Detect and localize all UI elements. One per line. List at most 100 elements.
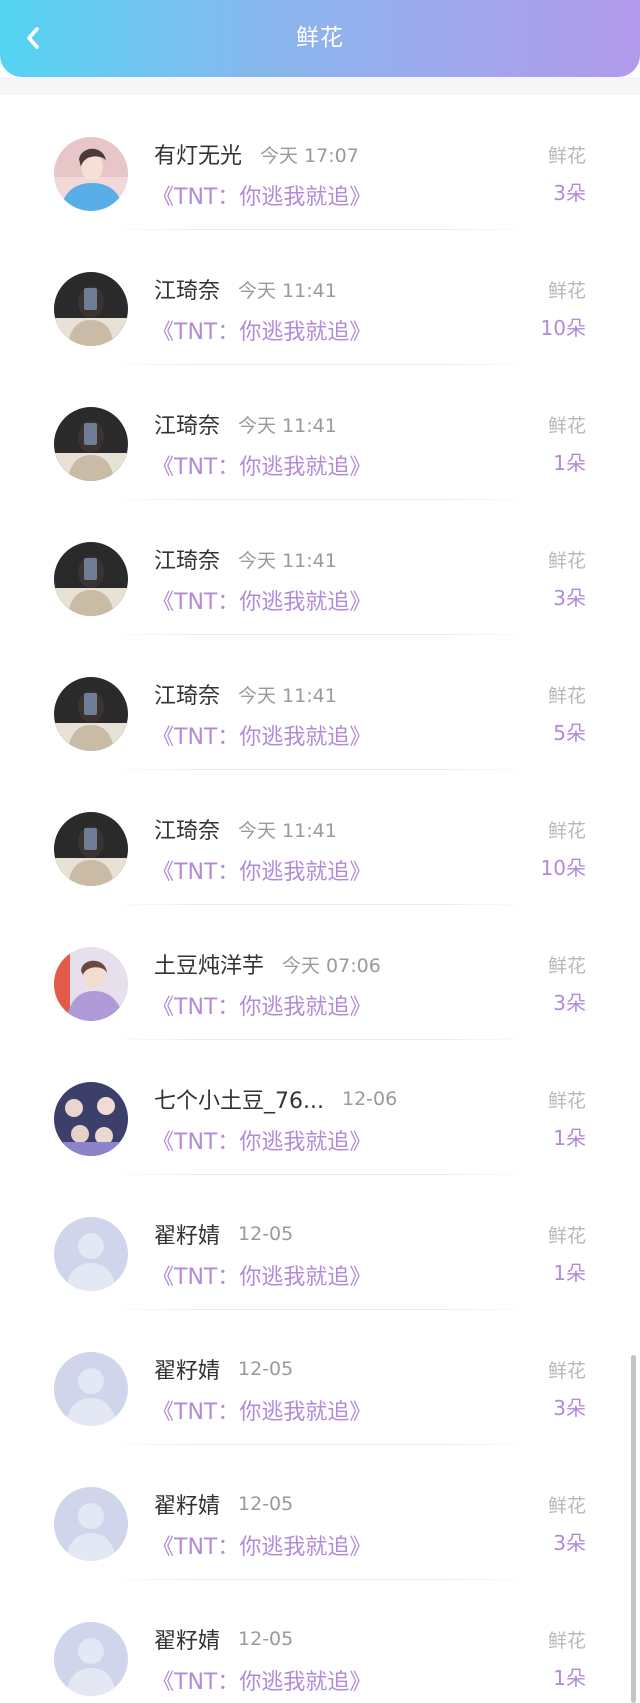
avatar-photo: [54, 812, 128, 886]
flower-count: 3朵: [553, 181, 586, 205]
record-time: 今天 11:41: [238, 684, 337, 707]
flower-record-row-11[interactable]: 翟籽婧 12-05 《TNT：你逃我就追》 鲜花 3朵: [0, 1445, 640, 1580]
default-avatar-icon: [54, 1352, 128, 1426]
sender-name[interactable]: 七个小土豆_76...: [154, 1083, 324, 1115]
flower-count: 3朵: [553, 1531, 586, 1555]
flower-count: 3朵: [553, 991, 586, 1015]
sender-name[interactable]: 江琦奈: [154, 543, 220, 575]
sender-name[interactable]: 土豆炖洋芋: [154, 948, 264, 980]
avatar[interactable]: [54, 1487, 128, 1561]
avatar[interactable]: [54, 677, 128, 751]
flower-record-row-1[interactable]: 有灯无光 今天 17:07 《TNT：你逃我就追》 鲜花 3朵: [0, 95, 640, 230]
record-meta: 江琦奈 今天 11:41: [154, 274, 337, 304]
record-time: 12-05: [238, 1493, 294, 1515]
header-bar: 鲜花: [0, 0, 640, 77]
flower-record-row-3[interactable]: 江琦奈 今天 11:41 《TNT：你逃我就追》 鲜花 1朵: [0, 365, 640, 500]
record-meta: 江琦奈 今天 11:41: [154, 814, 337, 844]
avatar[interactable]: [54, 812, 128, 886]
avatar[interactable]: [54, 947, 128, 1021]
sender-name[interactable]: 有灯无光: [154, 138, 242, 170]
gift-type-label: 鲜花: [547, 550, 586, 572]
avatar-photo: [54, 947, 128, 1021]
book-title-link[interactable]: 《TNT：你逃我就追》: [152, 854, 371, 886]
book-title-link[interactable]: 《TNT：你逃我就追》: [152, 179, 371, 211]
flower-record-row-9[interactable]: 翟籽婧 12-05 《TNT：你逃我就追》 鲜花 1朵: [0, 1175, 640, 1310]
book-title-link[interactable]: 《TNT：你逃我就追》: [152, 1259, 371, 1291]
sender-name[interactable]: 翟籽婧: [154, 1623, 220, 1655]
avatar-photo: [54, 407, 128, 481]
sender-name[interactable]: 江琦奈: [154, 273, 220, 305]
gift-type-label: 鲜花: [547, 1090, 586, 1112]
record-time: 12-06: [341, 1088, 398, 1110]
avatar[interactable]: [54, 1082, 128, 1156]
record-meta: 翟籽婧 12-05: [154, 1354, 293, 1384]
record-time: 12-05: [238, 1223, 294, 1245]
default-avatar-icon: [54, 1487, 128, 1561]
record-time: 今天 11:41: [238, 414, 337, 437]
flower-record-row-7[interactable]: 土豆炖洋芋 今天 07:06 《TNT：你逃我就追》 鲜花 3朵: [0, 905, 640, 1040]
sender-name[interactable]: 翟籽婧: [154, 1218, 220, 1250]
flower-count: 1朵: [553, 1666, 586, 1690]
gift-type-label: 鲜花: [547, 820, 586, 842]
record-meta: 土豆炖洋芋 今天 07:06: [154, 949, 381, 979]
flower-record-row-8[interactable]: 七个小土豆_76... 12-06 《TNT：你逃我就追》 鲜花 1朵: [0, 1040, 640, 1175]
sender-name[interactable]: 翟籽婧: [154, 1353, 220, 1385]
record-time: 今天 17:07: [260, 144, 359, 167]
record-meta: 七个小土豆_76... 12-06: [154, 1084, 397, 1114]
flower-record-row-12[interactable]: 翟籽婧 12-05 《TNT：你逃我就追》 鲜花 1朵: [0, 1580, 640, 1703]
sender-name[interactable]: 江琦奈: [154, 813, 220, 845]
gift-type-label: 鲜花: [547, 1495, 586, 1517]
avatar[interactable]: [54, 1622, 128, 1696]
avatar-photo: [54, 1082, 128, 1156]
book-title-link[interactable]: 《TNT：你逃我就追》: [152, 1394, 371, 1426]
flower-record-row-5[interactable]: 江琦奈 今天 11:41 《TNT：你逃我就追》 鲜花 5朵: [0, 635, 640, 770]
sender-name[interactable]: 江琦奈: [154, 678, 220, 710]
book-title-link[interactable]: 《TNT：你逃我就追》: [152, 1664, 371, 1696]
default-avatar-icon: [54, 1217, 128, 1291]
flower-count: 5朵: [553, 721, 586, 745]
record-time: 12-05: [238, 1628, 294, 1650]
scrollbar[interactable]: [631, 1355, 636, 1703]
avatar-photo: [54, 272, 128, 346]
book-title-link[interactable]: 《TNT：你逃我就追》: [152, 989, 371, 1021]
flower-record-list: 有灯无光 今天 17:07 《TNT：你逃我就追》 鲜花 3朵 江琦奈 今天 1…: [0, 95, 640, 1703]
flower-records-page: 鲜花 有灯无光 今天 17:07 《TNT：你逃我就追》 鲜花 3朵 江琦奈 今…: [0, 0, 640, 1703]
book-title-link[interactable]: 《TNT：你逃我就追》: [152, 584, 371, 616]
record-time: 12-05: [238, 1358, 294, 1380]
avatar[interactable]: [54, 407, 128, 481]
avatar[interactable]: [54, 272, 128, 346]
record-time: 今天 11:41: [238, 819, 337, 842]
book-title-link[interactable]: 《TNT：你逃我就追》: [152, 314, 371, 346]
book-title-link[interactable]: 《TNT：你逃我就追》: [152, 1124, 371, 1156]
sender-name[interactable]: 江琦奈: [154, 408, 220, 440]
gift-type-label: 鲜花: [547, 955, 586, 977]
record-meta: 翟籽婧 12-05: [154, 1219, 293, 1249]
flower-record-row-10[interactable]: 翟籽婧 12-05 《TNT：你逃我就追》 鲜花 3朵: [0, 1310, 640, 1445]
book-title-link[interactable]: 《TNT：你逃我就追》: [152, 449, 371, 481]
record-meta: 江琦奈 今天 11:41: [154, 679, 337, 709]
flower-record-row-2[interactable]: 江琦奈 今天 11:41 《TNT：你逃我就追》 鲜花 10朵: [0, 230, 640, 365]
avatar[interactable]: [54, 1217, 128, 1291]
flower-count: 10朵: [540, 316, 586, 340]
avatar-photo: [54, 137, 128, 211]
flower-record-row-4[interactable]: 江琦奈 今天 11:41 《TNT：你逃我就追》 鲜花 3朵: [0, 500, 640, 635]
default-avatar-icon: [54, 1622, 128, 1696]
flower-count: 1朵: [553, 1261, 586, 1285]
record-meta: 江琦奈 今天 11:41: [154, 409, 337, 439]
gift-type-label: 鲜花: [547, 1360, 586, 1382]
record-time: 今天 11:41: [238, 279, 337, 302]
page-title: 鲜花: [296, 25, 344, 51]
avatar[interactable]: [54, 1352, 128, 1426]
record-time: 今天 07:06: [282, 954, 381, 977]
flower-record-row-6[interactable]: 江琦奈 今天 11:41 《TNT：你逃我就追》 鲜花 10朵: [0, 770, 640, 905]
flower-count: 3朵: [553, 1396, 586, 1420]
flower-count: 10朵: [540, 856, 586, 880]
record-meta: 江琦奈 今天 11:41: [154, 544, 337, 574]
header-spacer: [0, 77, 640, 95]
avatar[interactable]: [54, 137, 128, 211]
book-title-link[interactable]: 《TNT：你逃我就追》: [152, 719, 371, 751]
avatar[interactable]: [54, 542, 128, 616]
flower-count: 1朵: [553, 451, 586, 475]
sender-name[interactable]: 翟籽婧: [154, 1488, 220, 1520]
book-title-link[interactable]: 《TNT：你逃我就追》: [152, 1529, 371, 1561]
